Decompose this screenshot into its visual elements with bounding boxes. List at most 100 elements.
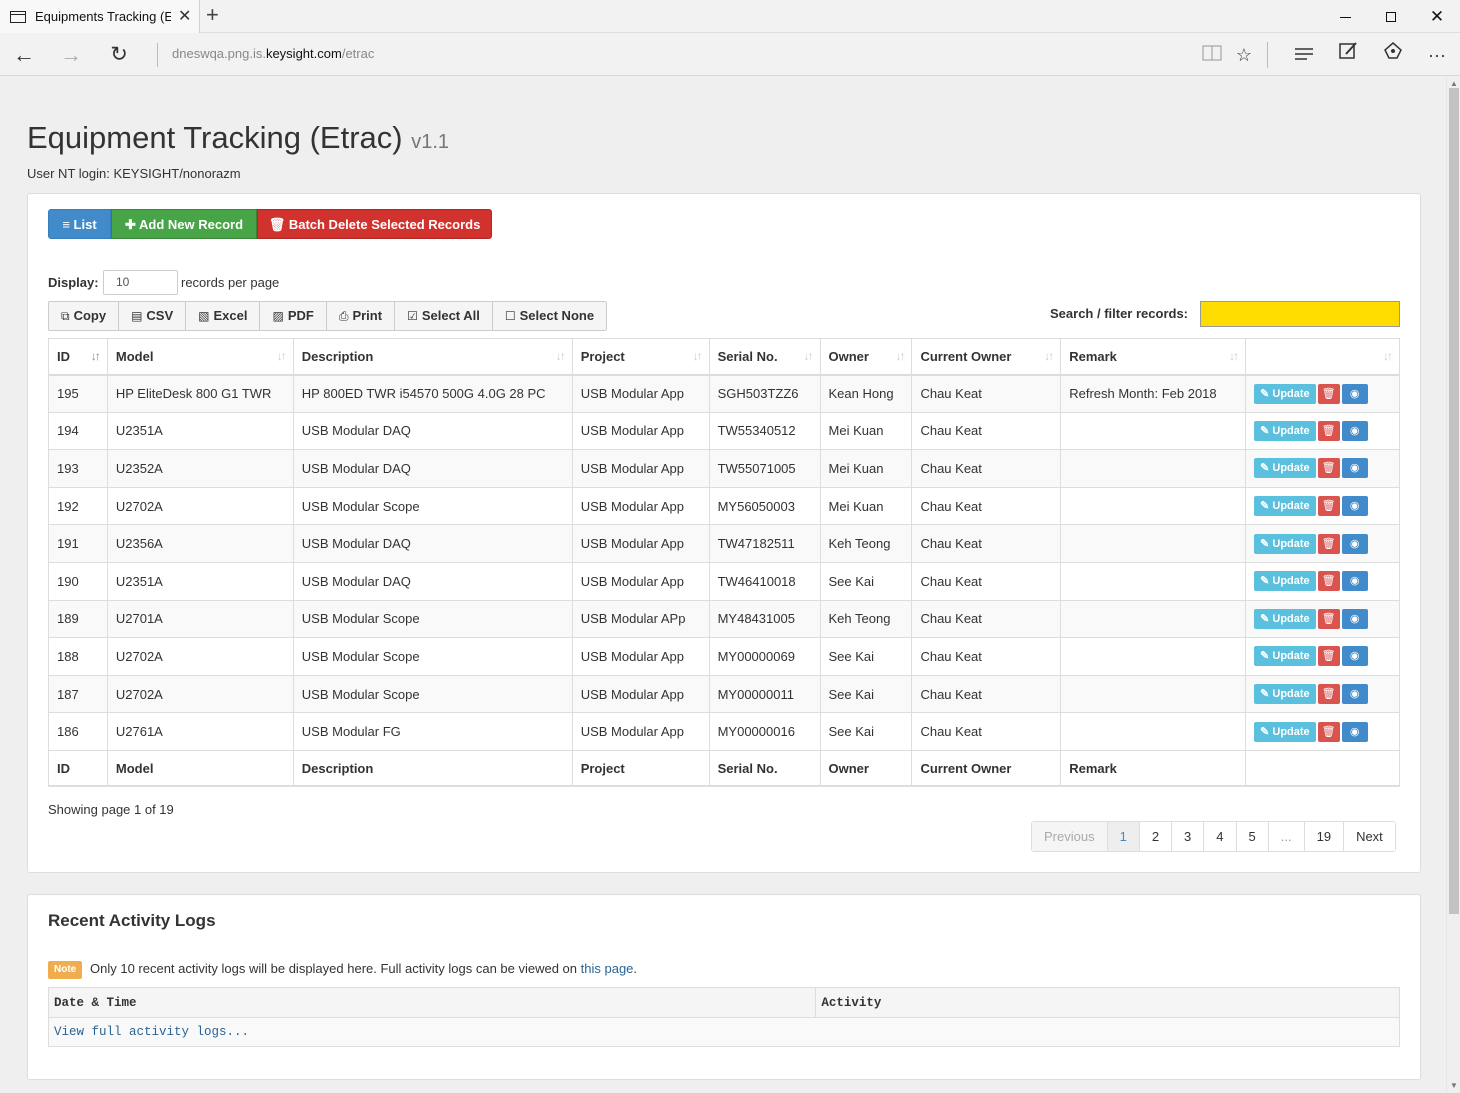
delete-button[interactable]: 🗑 — [1317, 383, 1340, 404]
trash-icon: 🗑 — [1321, 650, 1336, 663]
delete-button[interactable]: 🗑 — [1317, 646, 1340, 667]
eye-icon: ◉ — [1349, 650, 1360, 663]
next-page-button[interactable]: Next — [1344, 822, 1395, 851]
delete-button[interactable]: 🗑 — [1317, 420, 1340, 441]
cell-actions: ✎ Update 🗑 ◉ — [1245, 712, 1400, 751]
refresh-button[interactable]: ↻ — [104, 40, 134, 70]
sort-icon: ↓↑ — [803, 349, 814, 363]
scroll-down-icon[interactable]: ▼ — [1447, 1079, 1460, 1093]
previous-page-button[interactable]: Previous — [1032, 822, 1108, 851]
column-header-project[interactable]: Project ↓↑ — [571, 338, 710, 376]
column-footer-owner: Owner — [819, 749, 913, 788]
cell-actions: ✎ Update 🗑 ◉ — [1245, 637, 1400, 676]
share-icon[interactable] — [1378, 40, 1408, 70]
column-header-remark[interactable]: Remark ↓↑ — [1060, 338, 1247, 376]
csv-button[interactable]: ▤ CSV — [119, 302, 187, 330]
back-button[interactable]: ← — [9, 40, 39, 70]
delete-button[interactable]: 🗑 — [1317, 608, 1340, 629]
view-button[interactable]: ◉ — [1341, 646, 1368, 667]
delete-button[interactable]: 🗑 — [1317, 533, 1340, 554]
hub-icon[interactable] — [1289, 40, 1319, 70]
page-scrollbar[interactable]: ▲ ▼ — [1446, 77, 1460, 1093]
search-input[interactable] — [1200, 301, 1400, 327]
eye-icon: ◉ — [1349, 575, 1360, 588]
excel-button[interactable]: ▧ Excel — [186, 302, 261, 330]
column-header-model[interactable]: Model ↓↑ — [106, 338, 294, 376]
web-note-icon[interactable] — [1333, 40, 1363, 70]
edit-icon: ✎ — [1260, 612, 1273, 625]
page-2[interactable]: 2 — [1139, 822, 1173, 851]
cell-project: USB Modular APp — [571, 599, 710, 639]
update-button[interactable]: ✎ Update — [1254, 684, 1316, 705]
pdf-button[interactable]: ▨ PDF — [260, 302, 327, 330]
page-19[interactable]: 19 — [1304, 822, 1345, 851]
cell-remark — [1060, 599, 1247, 639]
cell-project: USB Modular App — [571, 637, 710, 676]
update-button[interactable]: ✎ Update — [1254, 420, 1316, 441]
records-per-page-input[interactable]: 10 — [103, 270, 178, 295]
select-all-button[interactable]: ☑ Select All — [395, 302, 493, 330]
maximize-button[interactable] — [1368, 0, 1414, 33]
page-4[interactable]: 4 — [1204, 822, 1237, 851]
logs-header-row: Date & Time Activity — [47, 987, 1400, 1018]
update-button[interactable]: ✎ Update — [1254, 533, 1316, 554]
full-logs-link[interactable]: this page — [581, 961, 634, 976]
new-tab-button[interactable]: + — [206, 2, 219, 28]
view-button[interactable]: ◉ — [1341, 533, 1368, 554]
delete-button[interactable]: 🗑 — [1317, 684, 1340, 705]
delete-button[interactable]: 🗑 — [1317, 571, 1340, 592]
cell-serial: TW55071005 — [708, 449, 821, 488]
column-footer-id: ID — [48, 749, 108, 788]
address-bar[interactable]: dneswqa.png.is.keysight.com/etrac — [172, 46, 374, 61]
column-header-serial[interactable]: Serial No. ↓↑ — [708, 338, 821, 376]
favorite-star-icon[interactable]: ☆ — [1229, 40, 1259, 70]
cell-id: 192 — [48, 486, 108, 526]
edit-icon: ✎ — [1260, 650, 1273, 663]
view-button[interactable]: ◉ — [1341, 571, 1368, 592]
add-record-button[interactable]: ✚ Add New Record — [111, 209, 257, 239]
update-button[interactable]: ✎ Update — [1254, 608, 1316, 629]
view-button[interactable]: ◉ — [1341, 684, 1368, 705]
cell-project: USB Modular App — [571, 449, 710, 488]
display-label: Display: — [48, 275, 99, 290]
delete-button[interactable]: 🗑 — [1317, 458, 1340, 479]
column-header-description[interactable]: Description ↓↑ — [292, 338, 573, 376]
column-header-current-owner[interactable]: Current Owner ↓↑ — [911, 338, 1062, 376]
cell-owner: See Kai — [819, 561, 913, 601]
update-button[interactable]: ✎ Update — [1254, 458, 1316, 479]
update-button[interactable]: ✎ Update — [1254, 496, 1316, 517]
more-icon[interactable]: ··· — [1422, 40, 1452, 70]
column-header-id[interactable]: ID ↓↑ — [48, 338, 108, 376]
view-full-logs-link[interactable]: View full activity logs... — [54, 1025, 249, 1039]
print-button[interactable]: ⎙ Print — [327, 302, 396, 330]
view-button[interactable]: ◉ — [1341, 420, 1368, 441]
view-button[interactable]: ◉ — [1341, 496, 1368, 517]
list-button[interactable]: ≡ List — [48, 209, 111, 239]
update-button[interactable]: ✎ Update — [1254, 571, 1316, 592]
view-button[interactable]: ◉ — [1341, 608, 1368, 629]
update-button[interactable]: ✎ Update — [1254, 383, 1316, 404]
forward-button[interactable]: → — [56, 40, 86, 70]
delete-button[interactable]: 🗑 — [1317, 721, 1340, 742]
scroll-thumb[interactable] — [1449, 88, 1459, 914]
tab-close-icon[interactable]: ✕ — [178, 6, 191, 26]
update-button[interactable]: ✎ Update — [1254, 721, 1316, 742]
view-button[interactable]: ◉ — [1341, 458, 1368, 479]
batch-delete-button[interactable]: 🗑 Batch Delete Selected Records — [257, 209, 492, 239]
update-button[interactable]: ✎ Update — [1254, 646, 1316, 667]
view-button[interactable]: ◉ — [1341, 383, 1368, 404]
reading-view-icon[interactable] — [1197, 40, 1227, 70]
column-header-actions[interactable]: ↓↑ — [1245, 338, 1400, 376]
select-none-button[interactable]: ☐ Select None — [493, 302, 606, 330]
view-button[interactable]: ◉ — [1341, 721, 1368, 742]
page-5[interactable]: 5 — [1236, 822, 1269, 851]
close-window-button[interactable]: ✕ — [1414, 0, 1460, 33]
browser-tab[interactable]: Equipments Tracking (Et ✕ — [0, 0, 200, 33]
delete-button[interactable]: 🗑 — [1317, 496, 1340, 517]
page-3[interactable]: 3 — [1172, 822, 1205, 851]
minimize-button[interactable] — [1322, 0, 1368, 33]
cell-owner: Keh Teong — [819, 524, 913, 563]
copy-button[interactable]: ⧉ Copy — [49, 302, 120, 330]
column-header-owner[interactable]: Owner ↓↑ — [819, 338, 913, 376]
page-1[interactable]: 1 — [1107, 822, 1140, 851]
